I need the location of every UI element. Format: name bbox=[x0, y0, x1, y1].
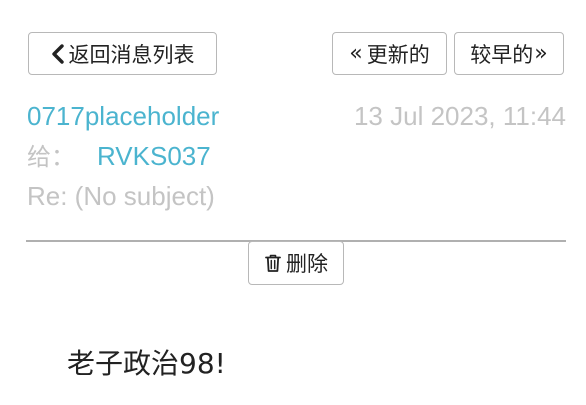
recipient-label: 给： bbox=[27, 143, 75, 171]
back-to-messages-button[interactable]: 返回消息列表 bbox=[28, 32, 217, 75]
delete-button[interactable]: 删除 bbox=[248, 241, 344, 285]
recipient-row: 给： RVKS037 bbox=[27, 140, 211, 173]
message-subject: Re: (No subject) bbox=[27, 181, 215, 211]
chevron-left-icon bbox=[51, 43, 65, 64]
delete-button-label: 删除 bbox=[286, 252, 328, 276]
older-message-button[interactable]: 较早的 » bbox=[454, 32, 564, 75]
newer-button-label: 更新的 bbox=[366, 42, 430, 67]
newer-message-button[interactable]: « 更新的 bbox=[332, 32, 447, 75]
message-body: 老子政治98! bbox=[67, 347, 226, 380]
double-chevron-right-icon: » bbox=[534, 41, 548, 66]
message-date: 13 Jul 2023, 11:44 bbox=[353, 101, 566, 131]
sender-link[interactable]: 0717placeholder bbox=[27, 100, 219, 132]
double-chevron-left-icon: « bbox=[349, 41, 363, 66]
back-button-label: 返回消息列表 bbox=[68, 42, 195, 67]
recipient-link[interactable]: RVKS037 bbox=[97, 141, 211, 171]
older-button-label: 较早的 bbox=[470, 42, 534, 67]
trash-icon bbox=[264, 253, 282, 273]
